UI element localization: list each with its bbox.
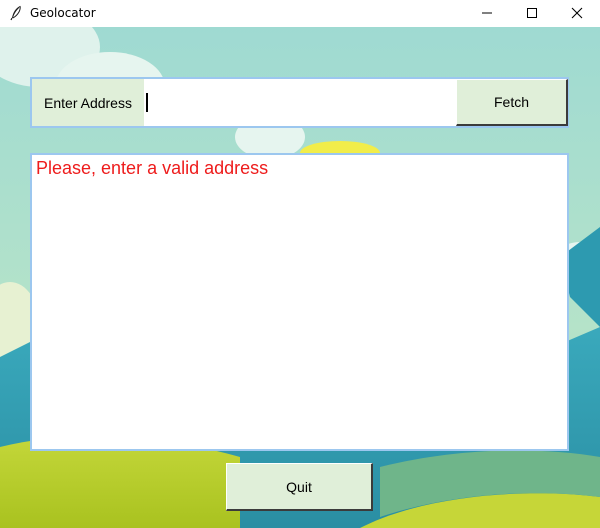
address-input[interactable] [144,79,456,126]
minimize-button[interactable] [464,0,510,27]
text-caret [146,93,148,112]
app-window: Geolocator Enter Address Fetch Please, e… [0,0,600,528]
result-text-area[interactable]: Please, enter a valid address [30,153,569,451]
title-bar[interactable]: Geolocator [0,0,600,27]
window-title: Geolocator [30,6,96,20]
client-area: Enter Address Fetch Please, enter a vali… [0,27,600,528]
close-button[interactable] [554,0,600,27]
maximize-button[interactable] [509,0,555,27]
address-label: Enter Address [32,79,144,126]
feather-icon [8,5,24,21]
quit-button[interactable]: Quit [226,463,373,511]
fetch-button[interactable]: Fetch [456,79,568,126]
error-message: Please, enter a valid address [36,158,269,178]
